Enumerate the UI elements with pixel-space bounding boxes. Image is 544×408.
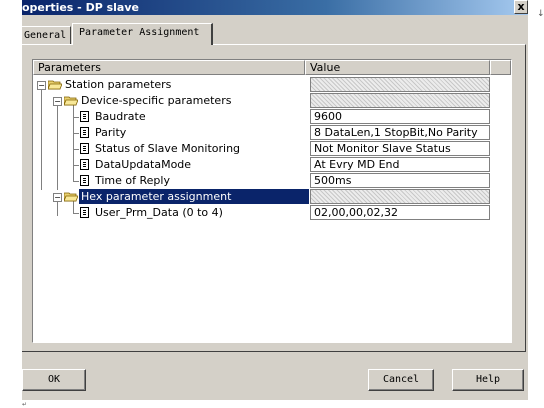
cancel-button[interactable]: Cancel <box>368 369 434 391</box>
value-cell <box>310 93 490 108</box>
parameter-icon <box>80 143 89 154</box>
tree-row-label: Device-specific parameters <box>81 94 232 107</box>
tree-row-label: Parity <box>95 126 127 139</box>
tree-row-label: User_Prm_Data (0 to 4) <box>95 206 223 219</box>
tree-line <box>73 165 79 166</box>
properties-dialog: operties - DP slave General Parameter As… <box>22 0 528 400</box>
tree-line <box>73 149 79 150</box>
tree-row-label: Status of Slave Monitoring <box>95 142 241 155</box>
value-cell[interactable]: 500ms <box>310 173 490 188</box>
parameter-icon <box>80 207 89 218</box>
value-cell <box>310 77 490 92</box>
tree-line <box>73 213 79 214</box>
tree-row-time-of-reply[interactable]: Time of Reply 500ms <box>33 173 511 189</box>
parameter-icon <box>80 127 89 138</box>
tree-row-station-parameters[interactable]: − Station parameters <box>33 77 511 93</box>
tree-line <box>73 133 79 134</box>
parameter-grid: Parameters Value − Station parameters − … <box>32 59 512 343</box>
tree-row-label: DataUpdataMode <box>95 158 192 171</box>
tree-row-dataupdatamode[interactable]: DataUpdataMode At Evry MD End <box>33 157 511 173</box>
tree-row-label: Station parameters <box>65 78 172 91</box>
tree-row-user-prm-data[interactable]: User_Prm_Data (0 to 4) 02,00,00,02,32 <box>33 205 511 221</box>
parameter-icon <box>80 175 89 186</box>
tab-parameter-assignment[interactable]: Parameter Assignment <box>72 23 213 45</box>
tree-row-label: Time of Reply <box>95 174 170 187</box>
tree-row-device-specific-parameters[interactable]: − Device-specific parameters <box>33 93 511 109</box>
open-folder-icon <box>48 80 62 90</box>
parameter-icon <box>80 159 89 170</box>
tree-line <box>73 181 79 182</box>
column-header-value[interactable]: Value <box>305 60 490 75</box>
tree-line <box>73 117 79 118</box>
arrow-down-icon: ↓ <box>537 9 544 19</box>
tree-row-label: Hex parameter assignment <box>79 189 309 204</box>
ok-button[interactable]: OK <box>22 369 86 391</box>
collapse-toggle-icon[interactable]: − <box>53 97 62 106</box>
value-cell[interactable]: 9600 <box>310 109 490 124</box>
tree-row-baudrate[interactable]: Baudrate 9600 <box>33 109 511 125</box>
title-bar[interactable]: operties - DP slave <box>22 0 528 15</box>
tree-row-hex-parameter-assignment[interactable]: − Hex parameter assignment <box>33 189 511 205</box>
value-cell[interactable]: At Evry MD End <box>310 157 490 172</box>
open-folder-icon <box>64 192 78 202</box>
tree-row-status-of-slave-monitoring[interactable]: Status of Slave Monitoring Not Monitor S… <box>33 141 511 157</box>
open-folder-icon <box>64 96 78 106</box>
tree-row-parity[interactable]: Parity 8 DataLen,1 StopBit,No Parity <box>33 125 511 141</box>
value-cell[interactable]: Not Monitor Slave Status <box>310 141 490 156</box>
tab-general[interactable]: General <box>22 26 71 45</box>
column-header-filler <box>490 60 511 75</box>
tree-row-label: Baudrate <box>95 110 146 123</box>
close-button[interactable]: x <box>514 0 528 14</box>
window-title: operties - DP slave <box>22 1 139 14</box>
help-button[interactable]: Help <box>452 369 524 391</box>
collapse-toggle-icon[interactable]: − <box>37 81 46 90</box>
value-cell[interactable]: 02,00,00,02,32 <box>310 205 490 220</box>
tab-panel: Parameters Value − Station parameters − … <box>22 44 526 352</box>
collapse-toggle-icon[interactable]: − <box>53 193 62 202</box>
value-cell[interactable]: 8 DataLen,1 StopBit,No Parity <box>310 125 490 140</box>
column-header-parameters[interactable]: Parameters <box>33 60 305 75</box>
value-cell <box>310 189 490 204</box>
parameter-icon <box>80 111 89 122</box>
